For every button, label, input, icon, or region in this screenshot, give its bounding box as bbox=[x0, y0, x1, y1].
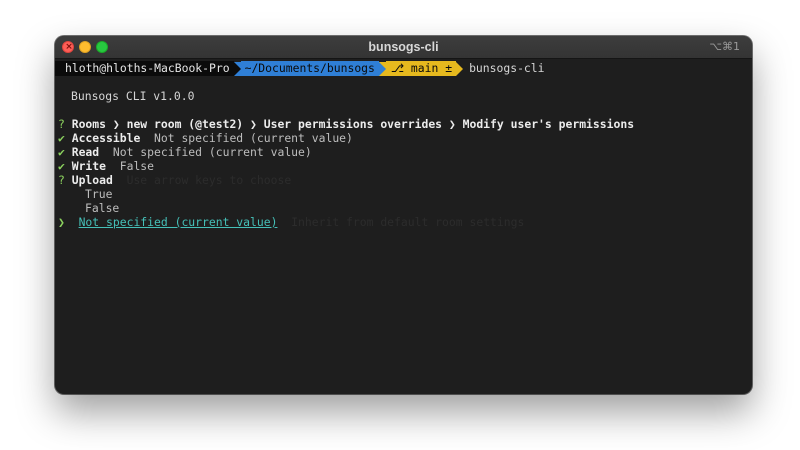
window-title: bunsogs-cli bbox=[368, 40, 439, 54]
title-bar: × bunsogs-cli ⌥⌘1 bbox=[55, 36, 752, 59]
option-label-selected: Not specified (current value) bbox=[78, 215, 278, 229]
question-hint: Use arrow keys to choose bbox=[126, 173, 292, 187]
prompt-git-segment: ⎇ main ± bbox=[385, 61, 457, 76]
terminal-content[interactable]: hloth@hloths-MacBook-Pro ~/Documents/bun… bbox=[55, 59, 752, 394]
git-branch-icon: ⎇ bbox=[390, 61, 405, 75]
prompt-command: bunsogs-cli bbox=[469, 61, 545, 75]
answered-value: Not specified (current value) bbox=[112, 145, 312, 159]
window-shortcut: ⌥⌘1 bbox=[709, 40, 740, 53]
answered-value: False bbox=[119, 159, 155, 173]
option-not-specified[interactable]: ❯ Not specified (current value) Inherit … bbox=[58, 215, 524, 229]
question-label: Upload bbox=[71, 173, 113, 187]
pointer-chevron-icon: ❯ bbox=[58, 215, 65, 229]
prompt-user-host: hloth@hloths-MacBook-Pro bbox=[55, 61, 234, 76]
question-mark-icon: ? bbox=[58, 117, 65, 131]
prompt-separator-arrow-icon bbox=[456, 61, 464, 76]
cli-banner: Bunsogs CLI v1.0.0 bbox=[71, 89, 195, 103]
check-icon: ✔ bbox=[58, 131, 65, 145]
answered-row: ✔ Accessible Not specified (current valu… bbox=[58, 131, 353, 145]
check-icon: ✔ bbox=[58, 159, 65, 173]
prompt-separator-arrow-icon bbox=[378, 61, 386, 76]
terminal-window: × bunsogs-cli ⌥⌘1 hloth@hloths-MacBook-P… bbox=[55, 36, 752, 394]
answered-row: ✔ Read Not specified (current value) bbox=[58, 145, 312, 159]
answered-label: Write bbox=[71, 159, 107, 173]
breadcrumb: ? Rooms ❯ new room (@test2) ❯ User permi… bbox=[58, 117, 634, 131]
answered-label: Accessible bbox=[71, 131, 141, 145]
option-hint: Inherit from default room settings bbox=[291, 215, 525, 229]
question-mark-icon: ? bbox=[58, 173, 65, 187]
option-true[interactable]: True bbox=[85, 187, 112, 201]
current-question: ? Upload Use arrow keys to choose bbox=[58, 173, 291, 187]
breadcrumb-text: Rooms ❯ new room (@test2) ❯ User permiss… bbox=[71, 117, 635, 131]
prompt-separator-arrow-icon bbox=[233, 61, 241, 76]
check-icon: ✔ bbox=[58, 145, 65, 159]
answered-value: Not specified (current value) bbox=[154, 131, 353, 145]
answered-label: Read bbox=[71, 145, 100, 159]
prompt-branch: main ± bbox=[410, 61, 453, 75]
answered-row: ✔ Write False bbox=[58, 159, 154, 173]
prompt-directory: ~/Documents/bunsogs bbox=[240, 61, 379, 76]
option-false[interactable]: False bbox=[85, 201, 119, 215]
shell-prompt: hloth@hloths-MacBook-Pro ~/Documents/bun… bbox=[55, 61, 545, 76]
